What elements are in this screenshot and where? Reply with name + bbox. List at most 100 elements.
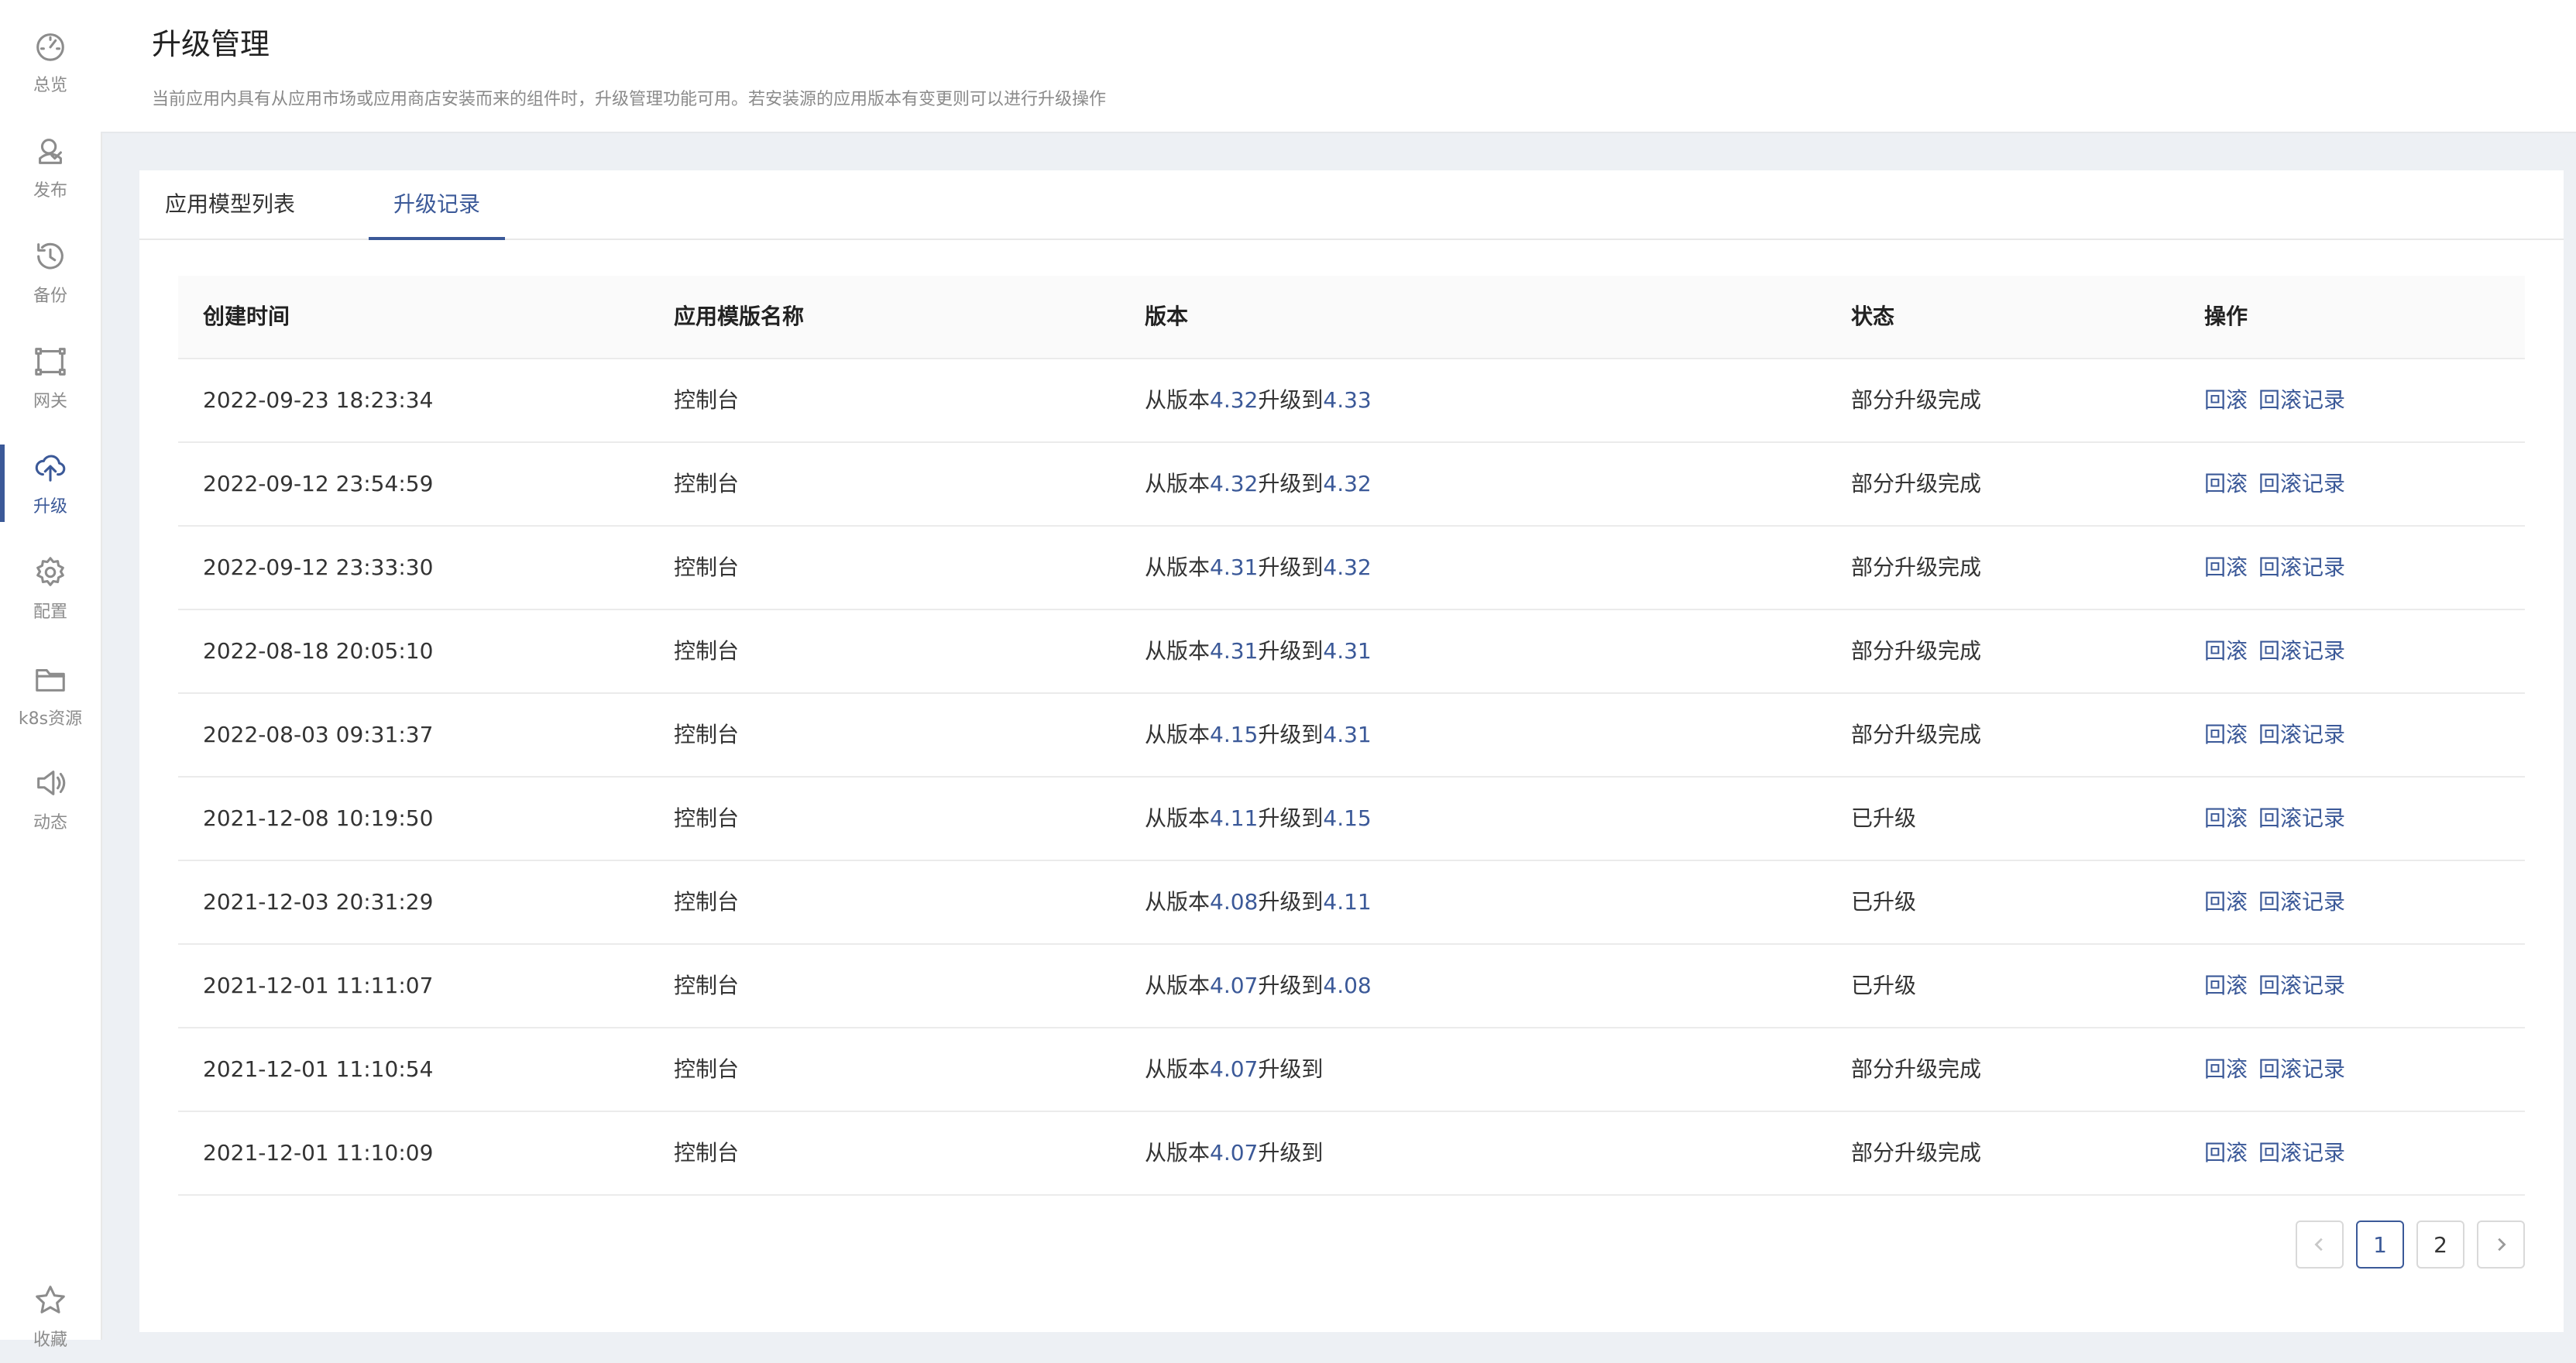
version-from: 4.11 <box>1210 805 1259 831</box>
version-prefix: 从版本 <box>1145 805 1211 831</box>
sidebar-item-overview[interactable]: 总览 <box>0 15 101 108</box>
cell-version: 从版本4.08升级到4.11 <box>1145 861 1372 943</box>
version-to: 4.31 <box>1323 722 1372 747</box>
cell-status: 部分升级完成 <box>1851 1056 1982 1082</box>
page-button-1[interactable]: 1 <box>2356 1221 2404 1269</box>
version-prefix: 从版本 <box>1145 973 1211 998</box>
cell-actions: 回滚 回滚记录 <box>2204 861 2356 943</box>
rollback-records-link[interactable]: 回滚记录 <box>2258 471 2345 496</box>
cell-status: 部分升级完成 <box>1851 638 1982 664</box>
version-mid: 升级到 <box>1258 722 1324 747</box>
table-row: 2022-09-12 23:54:59 控制台 从版本4.32升级到4.32 部分升级… <box>178 443 2525 527</box>
cell-template-name: 控制台 <box>674 722 740 747</box>
tab-upgrade-records[interactable]: 升级记录 <box>369 170 505 240</box>
sidebar-item-label: 发布 <box>33 181 67 201</box>
table-header: 创建时间 应用模版名称 版本 状态 操作 <box>178 276 2525 359</box>
rollback-records-link[interactable]: 回滚记录 <box>2258 638 2345 664</box>
cell-created-time: 2022-09-12 23:54:59 <box>203 471 434 496</box>
cell-actions: 回滚 回滚记录 <box>2204 527 2356 609</box>
cell-status: 部分升级完成 <box>1851 722 1982 747</box>
table-row: 2022-09-23 18:23:34 控制台 从版本4.32升级到4.33 部分升级… <box>178 359 2525 443</box>
rollback-link[interactable]: 回滚 <box>2204 722 2248 747</box>
rollback-link[interactable]: 回滚 <box>2204 973 2248 998</box>
cell-version: 从版本4.07升级到 <box>1145 1112 1323 1194</box>
cell-status: 部分升级完成 <box>1851 471 1982 496</box>
sidebar-item-label: 动态 <box>33 813 67 833</box>
cell-created-time: 2022-09-23 18:23:34 <box>203 387 434 413</box>
version-prefix: 从版本 <box>1145 387 1211 413</box>
cell-version: 从版本4.15升级到4.31 <box>1145 694 1372 776</box>
tab-bar: 应用模型列表 升级记录 <box>139 170 2564 240</box>
sidebar-item-label: 升级 <box>33 497 67 517</box>
rollback-records-link[interactable]: 回滚记录 <box>2258 889 2345 915</box>
rollback-link[interactable]: 回滚 <box>2204 805 2248 831</box>
version-to: 4.08 <box>1323 973 1372 998</box>
rollback-records-link[interactable]: 回滚记录 <box>2258 973 2345 998</box>
cell-created-time: 2021-12-01 11:10:54 <box>203 1056 434 1082</box>
sidebar-item-publish[interactable]: 发布 <box>0 121 101 214</box>
next-page-button[interactable] <box>2477 1221 2525 1269</box>
column-header-version: 版本 <box>1145 304 1189 329</box>
cell-actions: 回滚 回滚记录 <box>2204 359 2356 441</box>
cell-actions: 回滚 回滚记录 <box>2204 945 2356 1027</box>
table-row: 2022-08-18 20:05:10 控制台 从版本4.31升级到4.31 部分升级… <box>178 610 2525 694</box>
backup-icon <box>37 242 64 270</box>
table-row: 2021-12-08 10:19:50 控制台 从版本4.11升级到4.15 已升级 回… <box>178 778 2525 861</box>
rollback-link[interactable]: 回滚 <box>2204 1140 2248 1166</box>
dashboard-icon <box>36 33 64 61</box>
version-to: 4.33 <box>1323 387 1372 413</box>
cell-version: 从版本4.11升级到4.15 <box>1145 778 1372 860</box>
version-to: 4.15 <box>1323 805 1372 831</box>
rollback-records-link[interactable]: 回滚记录 <box>2258 1056 2345 1082</box>
page-header: 升级管理 当前应用内具有从应用市场或应用商店安装而来的组件时，升级管理功能可用。… <box>101 0 2576 133</box>
sidebar-item-config[interactable]: 配置 <box>0 542 101 635</box>
rollback-link[interactable]: 回滚 <box>2204 889 2248 915</box>
page-description: 当前应用内具有从应用市场或应用商店安装而来的组件时，升级管理功能可用。若安装源的… <box>152 90 1107 109</box>
table-row: 2021-12-01 11:10:54 控制台 从版本4.07升级到 部分升级完成 回滚… <box>178 1028 2525 1112</box>
cell-status: 部分升级完成 <box>1851 554 1982 580</box>
version-prefix: 从版本 <box>1145 638 1211 664</box>
cell-created-time: 2021-12-08 10:19:50 <box>203 805 434 831</box>
rollback-link[interactable]: 回滚 <box>2204 638 2248 664</box>
cell-status: 部分升级完成 <box>1851 387 1982 413</box>
sidebar-item-backup[interactable]: 备份 <box>0 226 101 319</box>
sidebar-item-favorites[interactable]: 收藏 <box>0 1270 101 1363</box>
sidebar-item-activity[interactable]: 动态 <box>0 753 101 846</box>
cell-template-name: 控制台 <box>674 1056 740 1082</box>
cell-created-time: 2021-12-01 11:11:07 <box>203 973 434 998</box>
rollback-link[interactable]: 回滚 <box>2204 471 2248 496</box>
folder-icon <box>36 668 65 692</box>
rollback-link[interactable]: 回滚 <box>2204 1056 2248 1082</box>
version-prefix: 从版本 <box>1145 722 1211 747</box>
sidebar-item-k8s[interactable]: k8s资源 <box>0 649 101 742</box>
cell-template-name: 控制台 <box>674 1140 740 1166</box>
cell-version: 从版本4.31升级到4.32 <box>1145 527 1372 609</box>
table-row: 2022-09-12 23:33:30 控制台 从版本4.31升级到4.32 部分升级… <box>178 527 2525 610</box>
cell-template-name: 控制台 <box>674 471 740 496</box>
cell-template-name: 控制台 <box>674 638 740 664</box>
table-row: 2022-08-03 09:31:37 控制台 从版本4.15升级到4.31 部分升级… <box>178 694 2525 778</box>
table-row: 2021-12-03 20:31:29 控制台 从版本4.08升级到4.11 已升级 回… <box>178 861 2525 945</box>
prev-page-button[interactable] <box>2296 1221 2344 1269</box>
version-from: 4.32 <box>1210 387 1259 413</box>
cell-template-name: 控制台 <box>674 387 740 413</box>
rollback-records-link[interactable]: 回滚记录 <box>2258 805 2345 831</box>
sidebar-item-gateway[interactable]: 网关 <box>0 331 101 424</box>
version-mid: 升级到 <box>1258 1056 1324 1082</box>
sidebar-item-label: 配置 <box>33 603 67 622</box>
rollback-link[interactable]: 回滚 <box>2204 554 2248 580</box>
rollback-records-link[interactable]: 回滚记录 <box>2258 554 2345 580</box>
gear-icon <box>36 557 64 586</box>
sidebar-item-label: 备份 <box>33 287 67 306</box>
version-mid: 升级到 <box>1258 638 1324 664</box>
rollback-records-link[interactable]: 回滚记录 <box>2258 387 2345 413</box>
sidebar-item-upgrade[interactable]: 升级 <box>0 437 101 530</box>
rollback-records-link[interactable]: 回滚记录 <box>2258 722 2345 747</box>
table-body: 2022-09-23 18:23:34 控制台 从版本4.32升级到4.33 部分升级… <box>178 359 2525 1196</box>
rollback-records-link[interactable]: 回滚记录 <box>2258 1140 2345 1166</box>
rollback-link[interactable]: 回滚 <box>2204 387 2248 413</box>
page-button-2[interactable]: 2 <box>2416 1221 2464 1269</box>
cell-created-time: 2022-09-12 23:33:30 <box>203 554 434 580</box>
table-row: 2021-12-01 11:11:07 控制台 从版本4.07升级到4.08 已升级 回… <box>178 945 2525 1028</box>
tab-app-model-list[interactable]: 应用模型列表 <box>164 170 296 239</box>
